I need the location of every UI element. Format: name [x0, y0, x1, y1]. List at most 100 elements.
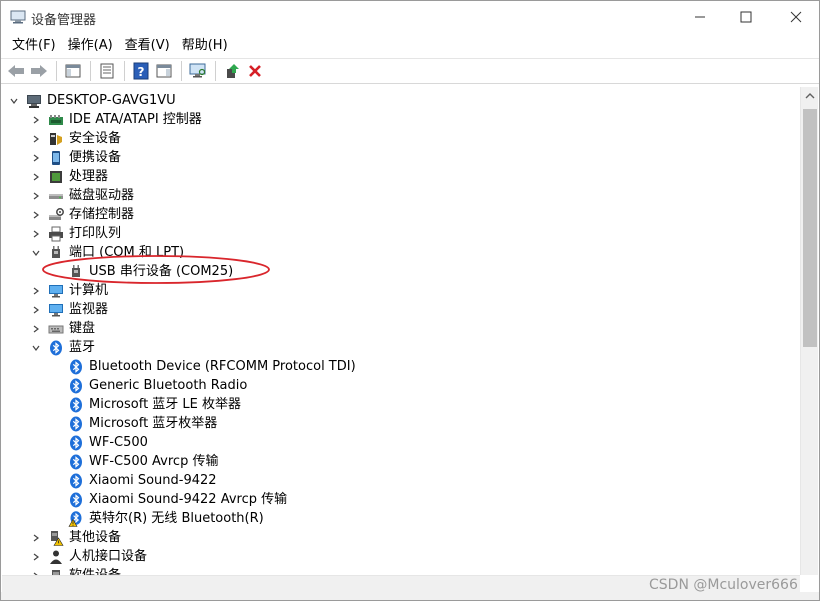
title-bar: 设备管理器 [1, 1, 819, 33]
menu-help[interactable]: 帮助(H) [177, 36, 233, 56]
tree-category-bluetooth[interactable]: 蓝牙 [30, 338, 95, 357]
chevron-right-icon[interactable] [30, 152, 42, 164]
vertical-scrollbar[interactable] [800, 87, 818, 575]
chevron-right-icon[interactable] [30, 209, 42, 221]
tree-device-bluetooth[interactable]: WF-C500 Avrcp 传输 [68, 452, 218, 471]
chevron-right-icon[interactable] [30, 114, 42, 126]
menu-action[interactable]: 操作(A) [63, 36, 118, 56]
hid-icon [48, 549, 64, 565]
tree-category[interactable]: 其他设备 [30, 528, 121, 547]
device-manager-app-icon [10, 10, 26, 24]
tree-category[interactable]: 处理器 [30, 167, 108, 186]
ide-controller-icon [48, 112, 64, 128]
tree-device-bluetooth-warning[interactable]: 英特尔(R) 无线 Bluetooth(R) [68, 509, 264, 528]
tree-category[interactable]: IDE ATA/ATAPI 控制器 [30, 110, 202, 129]
chevron-right-icon[interactable] [30, 304, 42, 316]
processor-icon [48, 169, 64, 185]
tree-category[interactable]: 存储控制器 [30, 205, 134, 224]
tree-category[interactable]: 人机接口设备 [30, 547, 147, 566]
tree-root[interactable]: DESKTOP-GAVG1VU [8, 91, 176, 110]
chevron-right-icon[interactable] [30, 171, 42, 183]
tree-category[interactable]: 磁盘驱动器 [30, 186, 134, 205]
scrollbar-thumb[interactable] [803, 109, 817, 347]
tree-device-bluetooth[interactable]: Microsoft 蓝牙 LE 枚举器 [68, 395, 241, 414]
tree-device-bluetooth[interactable]: Xiaomi Sound-9422 Avrcp 传输 [68, 490, 287, 509]
bluetooth-icon [68, 359, 84, 375]
help-button[interactable]: ? [130, 60, 152, 82]
tree-category-label: 端口 (COM 和 LPT) [69, 245, 185, 260]
properties-icon [100, 63, 114, 79]
tree-device-bluetooth[interactable]: WF-C500 [68, 433, 148, 452]
tree-category-label: 打印队列 [69, 226, 122, 241]
maximize-button[interactable] [723, 1, 769, 33]
computer-root-icon [26, 93, 42, 109]
toolbar-separator [90, 61, 91, 81]
menu-view[interactable]: 查看(V) [120, 36, 175, 56]
chevron-right-icon[interactable] [30, 228, 42, 240]
tree-category[interactable]: 键盘 [30, 319, 95, 338]
tree-category-label: 人机接口设备 [69, 549, 148, 564]
chevron-right-icon[interactable] [30, 551, 42, 563]
tree-device-label: WF-C500 Avrcp 传输 [89, 454, 219, 469]
tree-category[interactable]: 打印队列 [30, 224, 121, 243]
toolbar-separator [181, 61, 182, 81]
chevron-down-icon[interactable] [30, 247, 42, 259]
back-arrow-icon [8, 65, 24, 77]
action-pane-button[interactable] [153, 60, 175, 82]
chevron-right-icon[interactable] [30, 133, 42, 145]
svg-text:?: ? [138, 65, 145, 79]
tree-category-label: 蓝牙 [69, 340, 96, 355]
chevron-right-icon[interactable] [30, 190, 42, 202]
close-button[interactable] [773, 1, 819, 33]
close-icon [790, 11, 802, 23]
tree-category-label: 计算机 [69, 283, 109, 298]
tree-device-label: USB 串行设备 (COM25) [89, 264, 234, 279]
tree-device-usb-serial[interactable]: USB 串行设备 (COM25) [68, 262, 233, 281]
bluetooth-warning-icon [68, 510, 84, 527]
monitor-icon [48, 302, 64, 318]
show-hide-tree-button[interactable] [62, 60, 84, 82]
chevron-right-icon[interactable] [30, 323, 42, 335]
toolbar: ? [1, 58, 819, 84]
tree-category-ports[interactable]: 端口 (COM 和 LPT) [30, 243, 184, 262]
maximize-icon [740, 11, 752, 23]
bluetooth-icon [68, 435, 84, 451]
tree-category[interactable]: 计算机 [30, 281, 108, 300]
port-icon [48, 245, 64, 261]
tree-device-label: Bluetooth Device (RFCOMM Protocol TDI) [89, 359, 356, 374]
print-queue-icon [48, 226, 64, 242]
menu-file[interactable]: 文件(F) [7, 36, 61, 56]
tree-device-label: Generic Bluetooth Radio [89, 378, 248, 393]
tree-category[interactable]: 安全设备 [30, 129, 121, 148]
tree-category[interactable]: 监视器 [30, 300, 108, 319]
scan-hardware-button[interactable] [187, 60, 209, 82]
toolbar-separator [215, 61, 216, 81]
tree-device-label: Microsoft 蓝牙 LE 枚举器 [89, 397, 242, 412]
chevron-right-icon[interactable] [30, 285, 42, 297]
tree-device-label: Microsoft 蓝牙枚举器 [89, 416, 218, 431]
chevron-down-icon[interactable] [8, 95, 20, 107]
scroll-up-icon[interactable] [801, 87, 819, 105]
tree-device-bluetooth[interactable]: Microsoft 蓝牙枚举器 [68, 414, 217, 433]
chevron-down-icon[interactable] [30, 342, 42, 354]
help-icon: ? [133, 62, 149, 80]
chevron-right-icon[interactable] [30, 532, 42, 544]
tree-device-bluetooth[interactable]: Bluetooth Device (RFCOMM Protocol TDI) [68, 357, 356, 376]
forward-button[interactable] [28, 60, 50, 82]
minimize-button[interactable] [677, 1, 723, 33]
tree-device-label: Xiaomi Sound-9422 Avrcp 传输 [89, 492, 288, 507]
bluetooth-icon [68, 454, 84, 470]
properties-button[interactable] [96, 60, 118, 82]
action-pane-icon [156, 64, 172, 78]
tree-category-label: 处理器 [69, 169, 109, 184]
update-driver-button[interactable] [221, 60, 243, 82]
tree-device-bluetooth[interactable]: Generic Bluetooth Radio [68, 376, 247, 395]
back-button[interactable] [5, 60, 27, 82]
show-hide-console-tree-icon [65, 64, 81, 78]
tree-device-bluetooth[interactable]: Xiaomi Sound-9422 [68, 471, 217, 490]
computer-icon [48, 283, 64, 299]
tree-category[interactable]: 软件设备 [30, 566, 121, 575]
portable-device-icon [48, 150, 64, 166]
tree-category[interactable]: 便携设备 [30, 148, 121, 167]
uninstall-device-button[interactable] [244, 60, 266, 82]
